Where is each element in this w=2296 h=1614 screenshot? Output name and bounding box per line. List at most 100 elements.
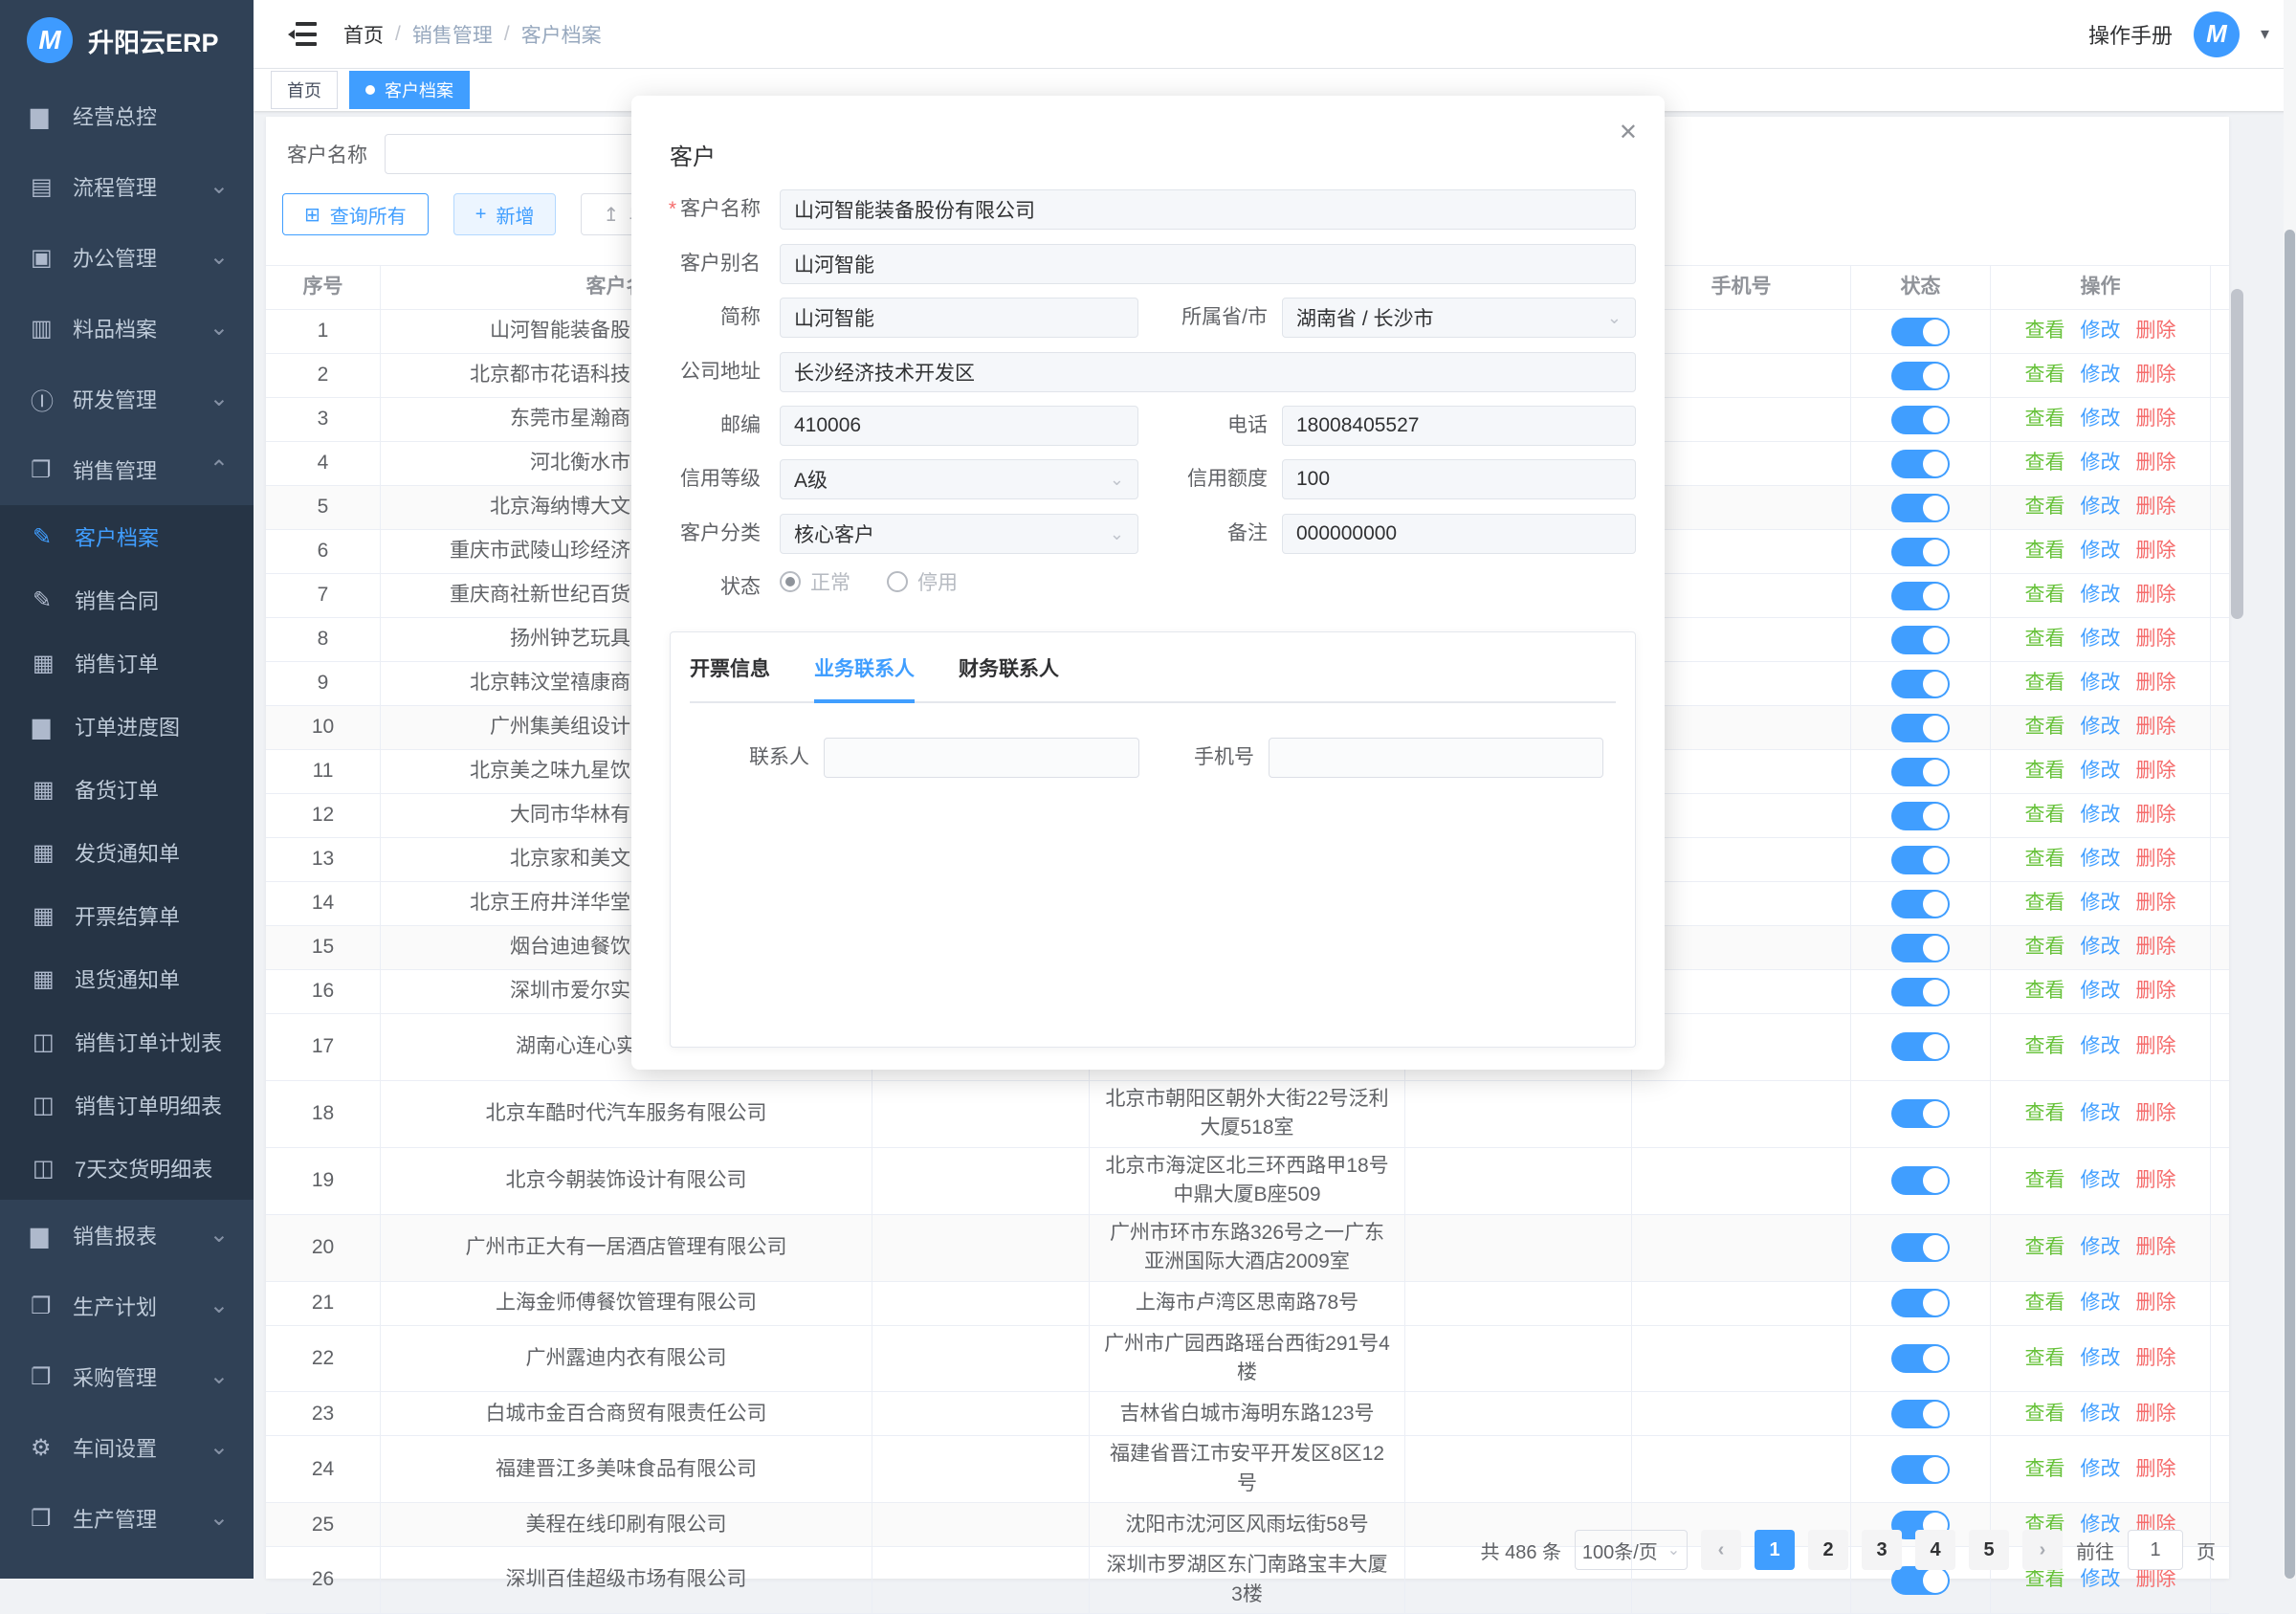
delete-link[interactable]: 删除 <box>2136 1166 2176 1195</box>
page-size-select[interactable]: 100条/页⌄ <box>1575 1530 1688 1570</box>
status-toggle-on[interactable] <box>1891 1344 1950 1373</box>
edit-link[interactable]: 修改 <box>2081 317 2121 345</box>
delete-link[interactable]: 删除 <box>2136 713 2176 741</box>
view-link[interactable]: 查看 <box>2025 801 2065 829</box>
delete-link[interactable]: 删除 <box>2136 449 2176 477</box>
view-link[interactable]: 查看 <box>2025 1099 2065 1128</box>
view-link[interactable]: 查看 <box>2025 449 2065 477</box>
delete-link[interactable]: 删除 <box>2136 317 2176 345</box>
collapse-sidebar-icon[interactable] <box>288 22 317 47</box>
credit-limit-field[interactable]: 100 <box>1282 459 1636 499</box>
sidebar-item-return-notice[interactable]: ▦退货通知单 <box>0 947 254 1010</box>
breadcrumb-item[interactable]: 销售管理 <box>412 20 493 49</box>
view-link[interactable]: 查看 <box>2025 933 2065 962</box>
delete-link[interactable]: 删除 <box>2136 537 2176 565</box>
edit-link[interactable]: 修改 <box>2081 801 2121 829</box>
page-button-1[interactable]: 1 <box>1755 1530 1795 1570</box>
delete-link[interactable]: 删除 <box>2136 1455 2176 1484</box>
view-link[interactable]: 查看 <box>2025 1166 2065 1195</box>
edit-link[interactable]: 修改 <box>2081 933 2121 962</box>
add-button[interactable]: + 新增 <box>453 193 557 235</box>
view-link[interactable]: 查看 <box>2025 977 2065 1006</box>
status-toggle-on[interactable] <box>1891 1455 1950 1484</box>
view-link[interactable]: 查看 <box>2025 1289 2065 1317</box>
remark-field[interactable]: 000000000 <box>1282 514 1636 554</box>
query-all-button[interactable]: ⊞ 查询所有 <box>282 193 429 235</box>
edit-link[interactable]: 修改 <box>2081 1099 2121 1128</box>
delete-link[interactable]: 删除 <box>2136 669 2176 697</box>
status-toggle-on[interactable] <box>1891 934 1950 962</box>
edit-link[interactable]: 修改 <box>2081 405 2121 433</box>
sidebar-item-delivery-notice[interactable]: ▦发货通知单 <box>0 821 254 884</box>
delete-link[interactable]: 删除 <box>2136 977 2176 1006</box>
breadcrumb-item[interactable]: 客户档案 <box>521 20 602 49</box>
delete-link[interactable]: 删除 <box>2136 361 2176 389</box>
view-link[interactable]: 查看 <box>2025 317 2065 345</box>
page-button-4[interactable]: 4 <box>1915 1530 1955 1570</box>
sidebar-item-sales-order-plan[interactable]: ◫销售订单计划表 <box>0 1010 254 1073</box>
sidebar-item-sales-mgmt[interactable]: ❐销售管理⌃ <box>0 434 254 505</box>
status-toggle-on[interactable] <box>1891 362 1950 390</box>
contact-input[interactable] <box>824 738 1139 778</box>
delete-link[interactable]: 删除 <box>2136 889 2176 918</box>
edit-link[interactable]: 修改 <box>2081 537 2121 565</box>
breadcrumb-item[interactable]: 首页 <box>343 20 384 49</box>
delete-link[interactable]: 删除 <box>2136 493 2176 521</box>
prev-page-button[interactable]: ‹ <box>1701 1530 1741 1570</box>
delete-link[interactable]: 删除 <box>2136 1099 2176 1128</box>
goto-page-input[interactable] <box>2128 1530 2183 1570</box>
status-radio-disabled[interactable]: 停用 <box>887 567 958 596</box>
page-scrollbar[interactable] <box>2284 0 2296 1579</box>
status-toggle-on[interactable] <box>1891 890 1950 918</box>
edit-link[interactable]: 修改 <box>2081 1344 2121 1373</box>
manual-link[interactable]: 操作手册 <box>2088 19 2173 50</box>
edit-link[interactable]: 修改 <box>2081 1400 2121 1428</box>
delete-link[interactable]: 删除 <box>2136 1344 2176 1373</box>
avatar[interactable]: M <box>2194 11 2240 57</box>
status-toggle-on[interactable] <box>1891 450 1950 478</box>
view-link[interactable]: 查看 <box>2025 361 2065 389</box>
delete-link[interactable]: 删除 <box>2136 1032 2176 1061</box>
page-scrollbar-thumb[interactable] <box>2285 230 2295 1579</box>
sidebar-item-purchase-mgmt[interactable]: ❐采购管理⌄ <box>0 1341 254 1412</box>
sidebar-item-sales-report[interactable]: ▆销售报表⌄ <box>0 1200 254 1271</box>
status-toggle-on[interactable] <box>1891 406 1950 434</box>
status-toggle-on[interactable] <box>1891 318 1950 346</box>
view-link[interactable]: 查看 <box>2025 1233 2065 1262</box>
page-button-5[interactable]: 5 <box>1969 1530 2009 1570</box>
sidebar-item-material-archive[interactable]: ▥料品档案⌄ <box>0 293 254 364</box>
status-toggle-on[interactable] <box>1891 1032 1950 1061</box>
sidebar-item-stock-order[interactable]: ▦备货订单 <box>0 758 254 821</box>
status-toggle-on[interactable] <box>1891 494 1950 522</box>
view-link[interactable]: 查看 <box>2025 1400 2065 1428</box>
sidebar-item-office-mgmt[interactable]: ▣办公管理⌄ <box>0 222 254 293</box>
status-toggle-on[interactable] <box>1891 714 1950 742</box>
modal-tab-业务联系人[interactable]: 业务联系人 <box>814 653 915 701</box>
customer-alias-field[interactable]: 山河智能 <box>780 244 1636 284</box>
edit-link[interactable]: 修改 <box>2081 669 2121 697</box>
status-radio-normal[interactable]: 正常 <box>780 567 850 596</box>
status-toggle-on[interactable] <box>1891 758 1950 786</box>
sidebar-item-customer-archive[interactable]: ✎客户档案 <box>0 505 254 568</box>
sidebar-item-process-mgmt[interactable]: ▤流程管理⌄ <box>0 151 254 222</box>
view-link[interactable]: 查看 <box>2025 757 2065 785</box>
status-toggle-on[interactable] <box>1891 1099 1950 1128</box>
page-button-3[interactable]: 3 <box>1862 1530 1902 1570</box>
sidebar-item-production-mgmt[interactable]: ❐生产管理⌄ <box>0 1483 254 1554</box>
view-link[interactable]: 查看 <box>2025 889 2065 918</box>
delete-link[interactable]: 删除 <box>2136 1400 2176 1428</box>
edit-link[interactable]: 修改 <box>2081 1233 2121 1262</box>
view-link[interactable]: 查看 <box>2025 493 2065 521</box>
edit-link[interactable]: 修改 <box>2081 449 2121 477</box>
sidebar-item-workshop-settings[interactable]: ⚙车间设置⌄ <box>0 1412 254 1483</box>
modal-tab-开票信息[interactable]: 开票信息 <box>690 653 770 701</box>
status-toggle-on[interactable] <box>1891 1400 1950 1428</box>
view-link[interactable]: 查看 <box>2025 537 2065 565</box>
phone-field[interactable]: 18008405527 <box>1282 406 1636 446</box>
sidebar-item-rnd-mgmt[interactable]: Ⓘ研发管理⌄ <box>0 364 254 434</box>
delete-link[interactable]: 删除 <box>2136 405 2176 433</box>
edit-link[interactable]: 修改 <box>2081 1032 2121 1061</box>
edit-link[interactable]: 修改 <box>2081 889 2121 918</box>
view-link[interactable]: 查看 <box>2025 581 2065 609</box>
view-link[interactable]: 查看 <box>2025 1032 2065 1061</box>
